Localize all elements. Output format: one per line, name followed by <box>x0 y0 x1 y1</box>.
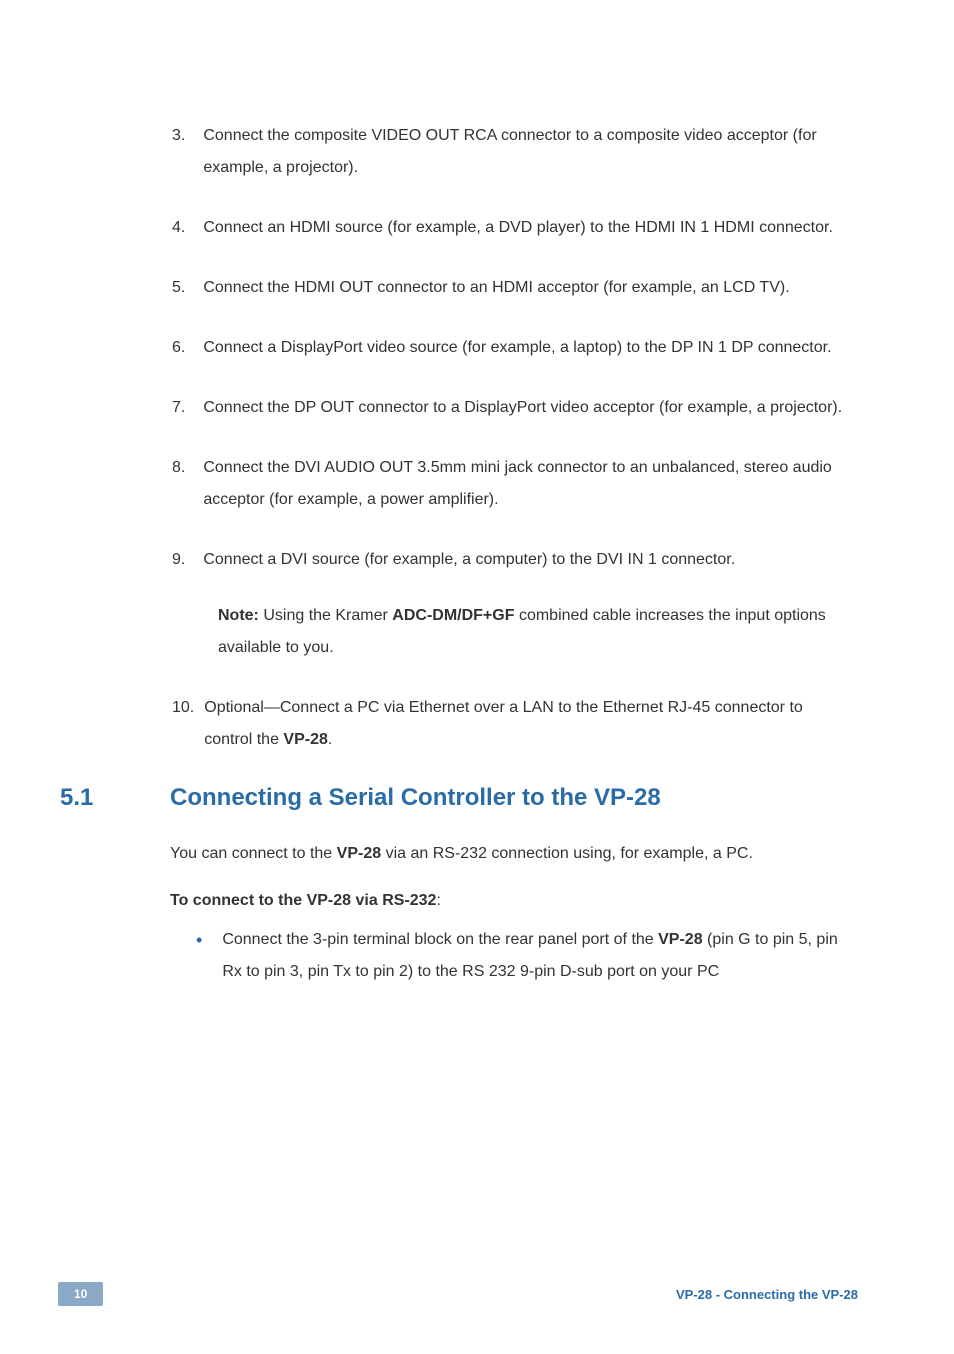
text-after: . <box>328 731 332 748</box>
list-text: Optional—Connect a PC via Ethernet over … <box>204 692 854 756</box>
list-text: Connect the DVI AUDIO OUT 3.5mm mini jac… <box>203 452 854 516</box>
section-number: 5.1 <box>60 784 170 812</box>
list-item: 8. Connect the DVI AUDIO OUT 3.5mm mini … <box>100 452 854 516</box>
list-item: 9. Connect a DVI source (for example, a … <box>100 544 854 576</box>
text-after: via an RS-232 connection using, for exam… <box>381 845 753 862</box>
note-before: Using the Kramer <box>259 607 392 624</box>
list-number: 7. <box>100 392 203 424</box>
list-item: 6. Connect a DisplayPort video source (f… <box>100 332 854 364</box>
list-item: 3. Connect the composite VIDEO OUT RCA c… <box>100 120 854 184</box>
text-bold: VP-28 <box>658 931 702 948</box>
subhead-suffix: : <box>436 892 440 909</box>
note-paragraph: Note: Using the Kramer ADC-DM/DF+GF comb… <box>100 600 854 664</box>
subhead-text: To connect to the VP-28 via RS-232 <box>170 892 436 909</box>
list-item: 4. Connect an HDMI source (for example, … <box>100 212 854 244</box>
list-number: 4. <box>100 212 203 244</box>
footer-title: VP-28 - Connecting the VP-28 <box>676 1287 858 1302</box>
list-text: Connect the HDMI OUT connector to an HDM… <box>203 272 854 304</box>
list-number: 5. <box>100 272 203 304</box>
list-item: 5. Connect the HDMI OUT connector to an … <box>100 272 854 304</box>
list-number: 8. <box>100 452 203 516</box>
list-text: Connect a DVI source (for example, a com… <box>203 544 854 576</box>
bullet-item: • Connect the 3-pin terminal block on th… <box>100 924 854 988</box>
text-before: You can connect to the <box>170 845 337 862</box>
text-bold: VP-28 <box>283 731 327 748</box>
bullet-icon: • <box>196 924 222 988</box>
list-number: 10. <box>100 692 204 756</box>
list-number: 3. <box>100 120 203 184</box>
list-number: 6. <box>100 332 203 364</box>
list-number: 9. <box>100 544 203 576</box>
note-bold: ADC-DM/DF+GF <box>392 607 514 624</box>
page-content: 3. Connect the composite VIDEO OUT RCA c… <box>0 0 954 988</box>
text-bold: VP-28 <box>337 845 381 862</box>
text-before: Connect the 3-pin terminal block on the … <box>222 931 658 948</box>
body-paragraph: You can connect to the VP-28 via an RS-2… <box>100 838 854 870</box>
section-heading: 5.1 Connecting a Serial Controller to th… <box>60 784 854 812</box>
list-text: Connect a DisplayPort video source (for … <box>203 332 854 364</box>
page-number-badge: 10 <box>58 1282 103 1306</box>
page-footer: 10 VP-28 - Connecting the VP-28 <box>0 1278 954 1306</box>
bullet-text: Connect the 3-pin terminal block on the … <box>222 924 854 988</box>
sub-heading: To connect to the VP-28 via RS-232: <box>100 892 854 910</box>
section-title: Connecting a Serial Controller to the VP… <box>170 784 661 812</box>
list-item: 7. Connect the DP OUT connector to a Dis… <box>100 392 854 424</box>
list-item: 10. Optional—Connect a PC via Ethernet o… <box>100 692 854 756</box>
list-text: Connect an HDMI source (for example, a D… <box>203 212 854 244</box>
list-text: Connect the DP OUT connector to a Displa… <box>203 392 854 424</box>
note-label: Note: <box>218 607 259 624</box>
list-text: Connect the composite VIDEO OUT RCA conn… <box>203 120 854 184</box>
